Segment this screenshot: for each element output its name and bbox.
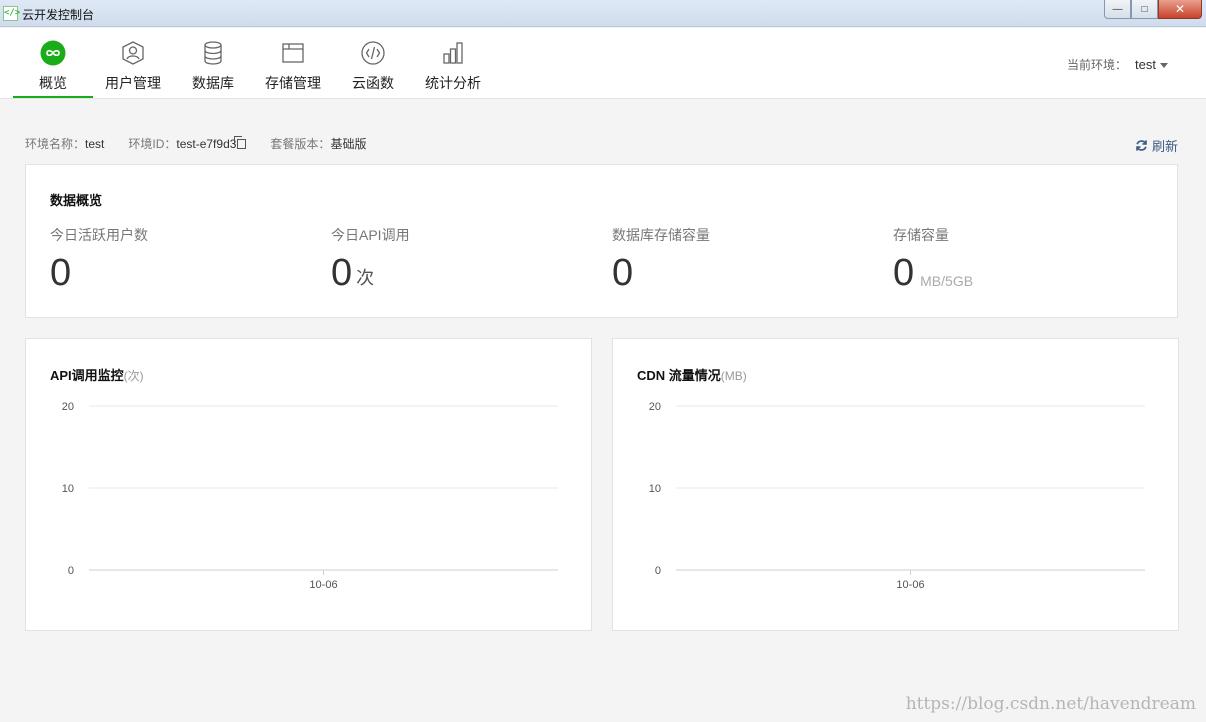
y-tick-label: 10: [62, 483, 74, 495]
metric-api-calls: 今日API调用 0次: [331, 225, 611, 293]
y-tick-label: 20: [649, 401, 661, 413]
window-title: 云开发控制台: [22, 8, 95, 22]
refresh-label: 刷新: [1151, 139, 1178, 154]
env-id-value: test-e7f9d3: [176, 137, 237, 151]
metric-active-users: 今日活跃用户数 0: [50, 225, 330, 293]
environment-selector[interactable]: 当前环境： test: [1067, 56, 1168, 73]
refresh-button[interactable]: 刷新: [1135, 136, 1178, 155]
metric-value: 0: [612, 252, 634, 294]
nav-label: 云函数: [352, 75, 394, 91]
nav-label: 概览: [39, 75, 67, 91]
metric-db-storage: 数据库存储容量 0: [612, 225, 892, 293]
environment-value: test: [1135, 57, 1156, 72]
chart-unit: (MB): [720, 369, 747, 383]
environment-info: 环境名称：test 环境ID：test-e7f9d3 套餐版本：基础版: [25, 135, 390, 152]
y-tick-label: 0: [655, 565, 661, 577]
x-tick-label: 10-06: [309, 579, 337, 591]
minimize-button[interactable]: —: [1104, 0, 1131, 19]
metric-unit: 次: [356, 268, 375, 288]
metric-label: 存储容量: [893, 227, 949, 243]
bar-chart-icon: [440, 40, 466, 66]
maximize-button[interactable]: □: [1131, 0, 1158, 19]
chart-title: CDN 流量情况(MB): [637, 365, 747, 384]
api-monitor-card: API调用监控(次) 0 10 20 10-06: [25, 338, 592, 631]
chevron-down-icon: [1160, 63, 1168, 69]
data-overview-card: 数据概览 今日活跃用户数 0 今日API调用 0次 数据库存储容量 0 存储容量…: [25, 164, 1178, 318]
top-navigation: 概览 用户管理 数据库 存储管理 云函数 统计分析 当前环境： test: [0, 28, 1206, 99]
close-button[interactable]: ✕: [1158, 0, 1202, 19]
env-name-value: test: [85, 137, 105, 151]
overview-title: 数据概览: [50, 193, 103, 208]
nav-label: 用户管理: [105, 75, 161, 91]
function-icon: [360, 40, 386, 66]
watermark: https://blog.csdn.net/havendream: [905, 694, 1196, 714]
database-icon: [200, 40, 226, 66]
chart-title-text: API调用监控: [50, 368, 124, 383]
window-controls: — □ ✕: [1104, 0, 1202, 20]
metric-label: 今日活跃用户数: [50, 227, 148, 243]
chart-title: API调用监控(次): [50, 365, 144, 384]
cdn-traffic-chart: 0 10 20 10-06: [649, 401, 1145, 591]
nav-label: 统计分析: [425, 75, 481, 91]
nav-item-database[interactable]: 数据库: [183, 28, 243, 99]
window-titlebar: </> 云开发控制台 — □ ✕: [0, 0, 1206, 27]
chart-title-text: CDN 流量情况: [637, 368, 721, 383]
metric-value: 0: [50, 252, 72, 294]
metric-value: 0: [893, 252, 915, 294]
env-name-label: 环境名称：: [25, 137, 86, 151]
infinity-icon: [40, 40, 66, 66]
user-icon: [120, 40, 146, 66]
chart-unit: (次): [123, 369, 144, 383]
active-tab-indicator: [13, 96, 93, 98]
nav-item-cloud-function[interactable]: 云函数: [343, 28, 403, 99]
code-bracket-icon: </>: [3, 6, 20, 21]
environment-label: 当前环境：: [1067, 58, 1128, 72]
folder-icon: [280, 40, 306, 66]
y-tick-label: 10: [649, 483, 661, 495]
metric-storage-capacity: 存储容量 0 MB/5GB: [893, 225, 1173, 293]
metric-label: 数据库存储容量: [612, 227, 710, 243]
metric-value: 0: [331, 252, 353, 294]
y-tick-label: 0: [68, 565, 74, 577]
plan-label: 套餐版本：: [270, 137, 331, 151]
metric-unit: MB/5GB: [920, 273, 974, 289]
plan-value: 基础版: [330, 137, 367, 151]
nav-item-storage[interactable]: 存储管理: [263, 28, 323, 99]
nav-label: 数据库: [192, 75, 234, 91]
y-tick-label: 20: [62, 401, 74, 413]
x-tick-label: 10-06: [896, 579, 924, 591]
cdn-traffic-card: CDN 流量情况(MB) 0 10 20 10-06: [612, 338, 1179, 631]
refresh-icon: [1136, 140, 1147, 151]
copy-icon[interactable]: [234, 136, 247, 149]
api-monitor-chart: 0 10 20 10-06: [62, 401, 558, 591]
nav-item-statistics[interactable]: 统计分析: [423, 28, 483, 99]
nav-item-overview[interactable]: 概览: [13, 28, 93, 99]
metric-label: 今日API调用: [331, 227, 410, 243]
nav-item-user-management[interactable]: 用户管理: [103, 28, 163, 99]
env-id-label: 环境ID：: [128, 137, 177, 151]
nav-label: 存储管理: [265, 75, 321, 91]
